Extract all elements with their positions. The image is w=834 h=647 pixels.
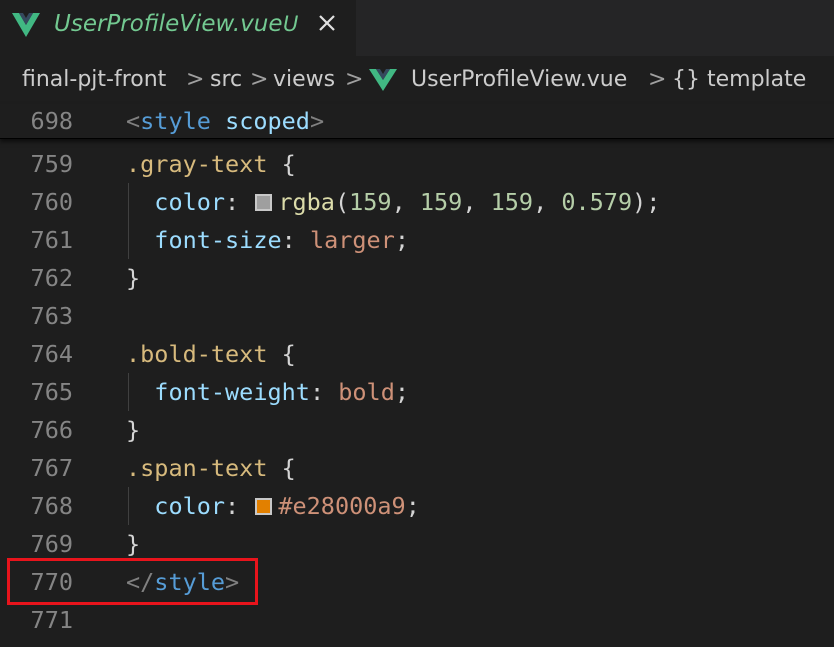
brace: { xyxy=(281,454,296,482)
css-value: #e28000a9 xyxy=(278,492,406,520)
code-text: font-weight: bold; xyxy=(126,373,409,411)
css-selector: .gray-text xyxy=(126,150,268,178)
semicolon: ; xyxy=(405,492,420,520)
number-value: 159 xyxy=(490,188,534,216)
semicolon: ; xyxy=(394,378,409,406)
brace: } xyxy=(126,530,141,558)
number-value: 159 xyxy=(349,188,392,216)
breadcrumb: final-pjt-front > src > views > UserProf… xyxy=(0,56,834,104)
code-text: } xyxy=(126,411,140,449)
close-icon[interactable] xyxy=(316,12,338,34)
css-value: bold xyxy=(338,378,395,406)
editor-tab[interactable]: UserProfileView.vue U xyxy=(0,0,356,56)
breadcrumb-separator: > xyxy=(186,67,205,92)
breadcrumb-item-project[interactable]: final-pjt-front xyxy=(22,66,166,94)
breadcrumb-item-template[interactable]: template xyxy=(707,66,806,94)
code-line[interactable]: 761 font-size: larger; xyxy=(0,221,834,259)
code-line[interactable]: 764 .bold-text { xyxy=(0,335,834,373)
code-text: color: rgba(159, 159, 159, 0.579); xyxy=(154,188,661,216)
colon: : xyxy=(309,378,325,406)
css-property: color xyxy=(154,492,226,520)
code-line[interactable]: 768 color: #e28000a9; xyxy=(0,487,834,525)
css-property: color xyxy=(154,188,226,216)
code-text: font-size: larger; xyxy=(126,221,409,259)
line-number: 764 xyxy=(30,340,73,368)
line-number: 698 xyxy=(30,107,73,135)
code-line[interactable]: 771 xyxy=(0,601,834,639)
number-value: 159 xyxy=(419,188,463,216)
git-status-badge: U xyxy=(283,12,299,36)
code-line[interactable]: 767 .span-text { xyxy=(0,449,834,487)
tag-name: style xyxy=(140,107,211,135)
sticky-scroll-line[interactable]: 698 <style scoped> xyxy=(0,104,834,139)
code-line[interactable]: 763 xyxy=(0,297,834,335)
vue-logo-icon xyxy=(369,69,397,91)
code-text: } xyxy=(126,259,140,297)
code-text: .gray-text { xyxy=(126,145,296,183)
colon: : xyxy=(225,188,240,216)
css-function: rgba xyxy=(278,188,335,216)
line-number: 759 xyxy=(30,150,73,178)
line-number: 763 xyxy=(30,302,73,330)
breadcrumb-separator: > xyxy=(345,67,364,92)
css-property: font-weight xyxy=(154,378,310,406)
tab-bar: UserProfileView.vue U xyxy=(0,0,834,56)
css-property: font-size xyxy=(154,226,282,254)
line-number: 765 xyxy=(30,378,73,406)
code-line[interactable]: 759 .gray-text { xyxy=(0,145,834,183)
line-number: 771 xyxy=(30,606,73,634)
brace: } xyxy=(126,264,141,292)
highlight-annotation-box xyxy=(7,558,258,605)
breadcrumb-separator: > xyxy=(648,67,667,92)
code-line[interactable]: 760 color: rgba(159, 159, 159, 0.579); xyxy=(0,183,834,221)
breadcrumb-separator: > xyxy=(250,67,269,92)
line-number: 766 xyxy=(30,416,73,444)
number-value: 0.579 xyxy=(561,188,633,216)
color-swatch-icon[interactable] xyxy=(255,498,273,515)
semicolon: ); xyxy=(632,188,661,216)
breadcrumb-item-views[interactable]: views xyxy=(273,66,335,94)
code-line[interactable]: 762 } xyxy=(0,259,834,297)
breadcrumb-item-file[interactable]: UserProfileView.vue xyxy=(411,66,627,94)
line-number: 761 xyxy=(30,226,73,254)
brace: } xyxy=(126,416,141,444)
vue-logo-icon xyxy=(12,13,40,37)
braces-icon: {} xyxy=(672,67,700,92)
breadcrumb-item-src[interactable]: src xyxy=(210,66,242,94)
css-selector: .bold-text xyxy=(126,340,268,368)
code-text: .bold-text { xyxy=(126,335,296,373)
brace: { xyxy=(281,340,296,368)
color-swatch-icon[interactable] xyxy=(255,194,273,211)
tab-title: UserProfileView.vue xyxy=(54,11,283,37)
tag-bracket: < xyxy=(126,107,141,135)
brace: { xyxy=(281,150,296,178)
line-number: 767 xyxy=(30,454,73,482)
line-number: 768 xyxy=(30,492,73,520)
code-line[interactable]: 765 font-weight: bold; xyxy=(0,373,834,411)
tag-bracket: > xyxy=(309,107,325,135)
code-text: color: #e28000a9; xyxy=(126,487,420,525)
code-text: .span-text { xyxy=(126,449,296,487)
semicolon: ; xyxy=(394,226,409,254)
colon: : xyxy=(281,226,296,254)
css-value: larger xyxy=(309,226,395,254)
tag-attribute: scoped xyxy=(225,107,310,135)
css-selector: .span-text xyxy=(126,454,268,482)
colon: : xyxy=(225,492,240,520)
line-number: 762 xyxy=(30,264,73,292)
code-text: <style scoped> xyxy=(126,102,324,140)
line-number: 760 xyxy=(30,188,73,216)
code-line[interactable]: 766 } xyxy=(0,411,834,449)
